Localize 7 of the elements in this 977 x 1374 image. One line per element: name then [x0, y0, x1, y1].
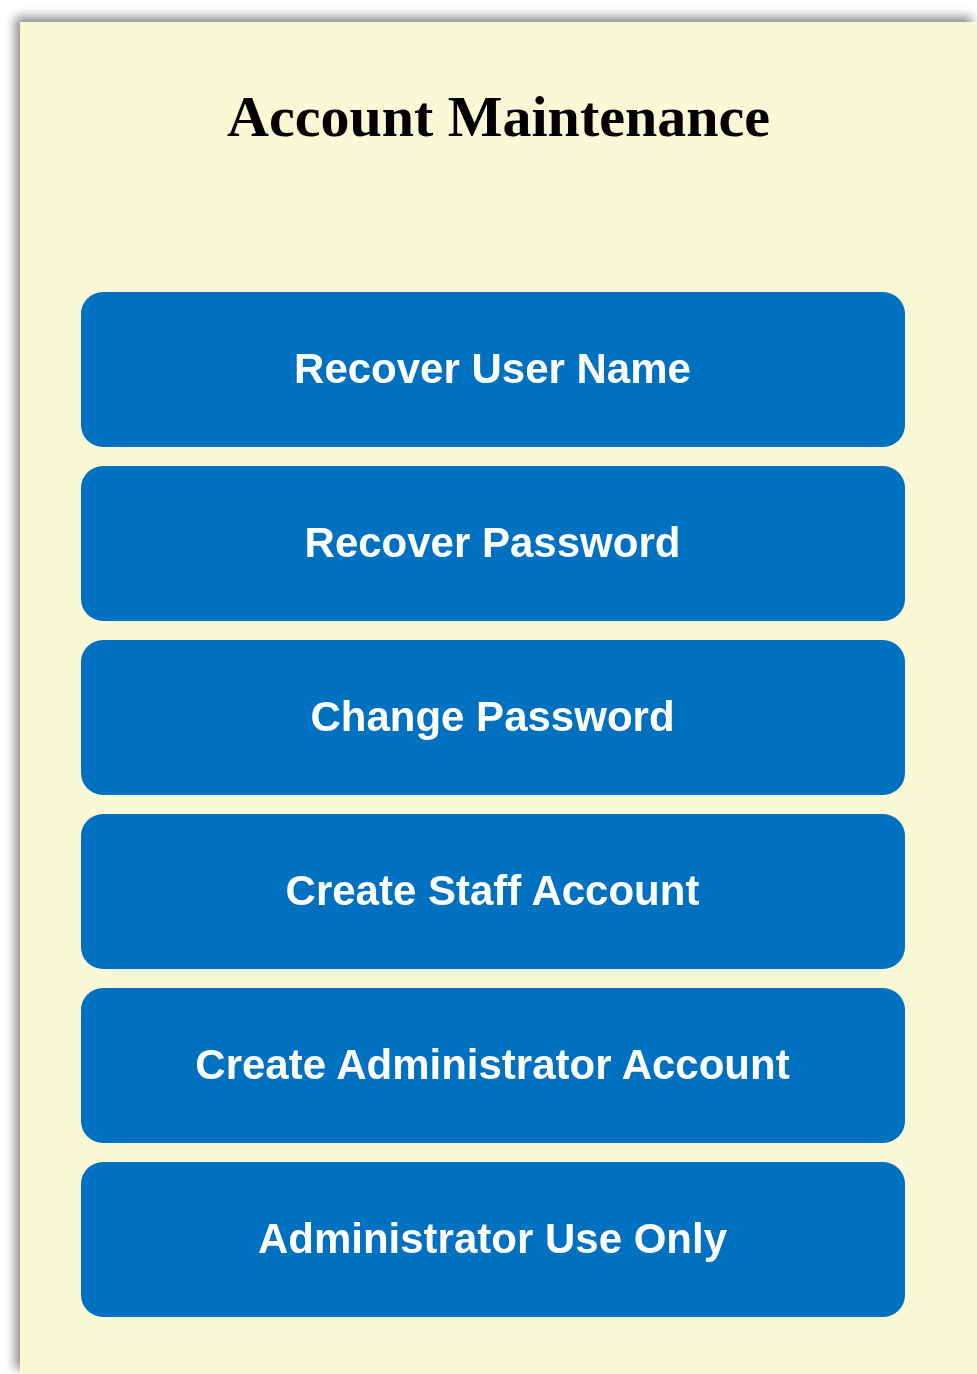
menu-button[interactable]: Create Administrator Account [80, 987, 905, 1143]
page-title: Account Maintenance [227, 83, 770, 151]
menu-button[interactable]: Recover Password [80, 465, 905, 621]
menu-button[interactable]: Change Password [80, 639, 905, 795]
menu-button[interactable]: Create Staff Account [80, 813, 905, 969]
menu-button[interactable]: Recover User Name [80, 291, 905, 447]
menu-button[interactable]: Administrator Use Only [80, 1161, 905, 1317]
